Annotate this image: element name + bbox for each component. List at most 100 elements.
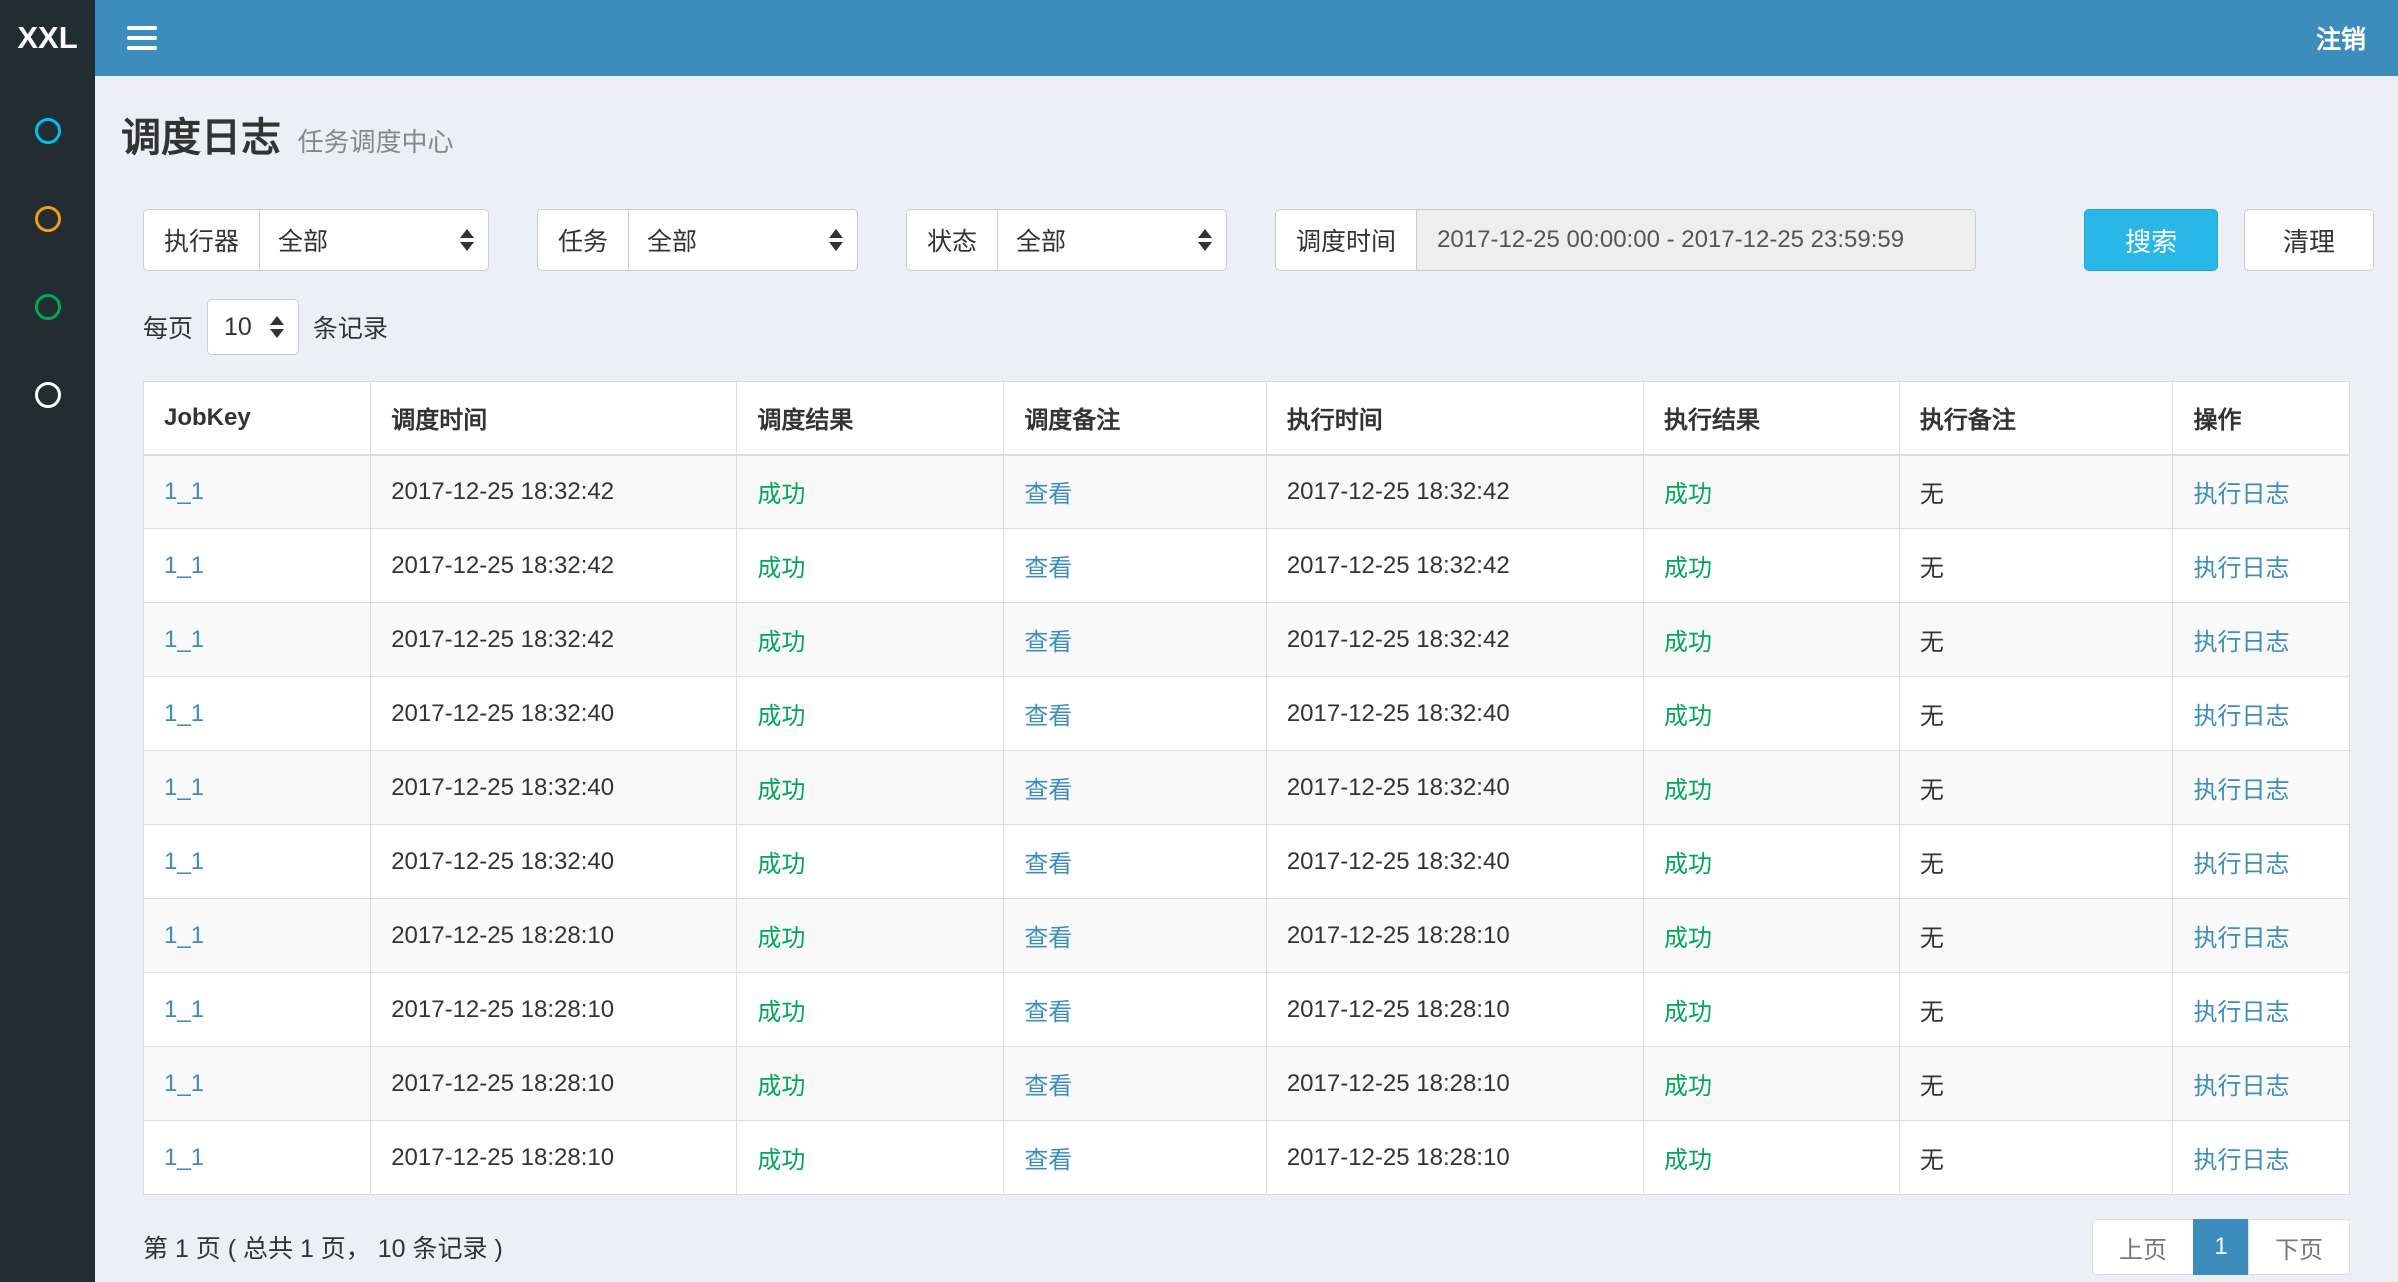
execution-log-link[interactable]: 执行日志 <box>2193 629 2289 656</box>
circle-icon <box>35 382 61 408</box>
main-content: 调度日志 任务调度中心 执行器 全部 任务 全部 状态 全部 调度 <box>95 0 2398 1275</box>
table-footer: 第 1 页 ( 总共 1 页， 10 条记录 ) 上页 1 下页 <box>143 1219 2350 1275</box>
handle-time-cell: 2017-12-25 18:28:10 <box>1287 996 1510 1023</box>
job-key-link[interactable]: 1_1 <box>164 552 204 579</box>
job-key-link[interactable]: 1_1 <box>164 1070 204 1097</box>
column-header: 执行结果 <box>1644 382 1900 455</box>
trigger-time-cell: 2017-12-25 18:28:10 <box>391 1144 614 1171</box>
trigger-remark-link[interactable]: 查看 <box>1024 629 1072 656</box>
handle-remark-cell: 无 <box>1920 481 1944 508</box>
trigger-remark-link[interactable]: 查看 <box>1024 481 1072 508</box>
handle-remark-cell: 无 <box>1920 703 1944 730</box>
executor-filter-group: 执行器 全部 <box>143 209 489 271</box>
trigger-time-label: 调度时间 <box>1275 209 1416 271</box>
sidebar-item[interactable] <box>0 175 95 263</box>
trigger-time-range-input[interactable] <box>1416 209 1976 271</box>
job-key-link[interactable]: 1_1 <box>164 478 204 505</box>
table-row: 1_12017-12-25 18:32:40成功查看2017-12-25 18:… <box>144 751 2350 825</box>
page-size-value: 10 <box>224 313 252 342</box>
handle-time-cell: 2017-12-25 18:28:10 <box>1287 1144 1510 1171</box>
job-key-link[interactable]: 1_1 <box>164 774 204 801</box>
table-row: 1_1 2017-12-25 18:28:10 成功 查看 2017-12-25 18:… <box>144 1121 2350 1195</box>
job-label: 任务 <box>537 209 628 271</box>
trigger-time-cell: 2017-12-25 18:28:10 <box>391 922 614 949</box>
execution-log-link[interactable]: 执行日志 <box>2193 925 2289 952</box>
trigger-result-cell: 成功 <box>757 481 805 508</box>
select-arrows-icon <box>460 229 474 251</box>
logout-link[interactable]: 注销 <box>2316 20 2366 56</box>
table-row: 1_12017-12-25 18:32:40成功查看2017-12-25 18:… <box>144 825 2350 899</box>
search-button[interactable]: 搜索 <box>2084 209 2218 271</box>
trigger-remark-link[interactable]: 查看 <box>1024 777 1072 804</box>
execution-log-link[interactable]: 执行日志 <box>2193 1073 2289 1100</box>
sidebar-item[interactable] <box>0 263 95 351</box>
handle-time-cell: 2017-12-25 18:28:10 <box>1287 922 1510 949</box>
handle-remark-cell: 无 <box>1920 1147 1944 1174</box>
page-subtitle: 任务调度中心 <box>297 127 453 157</box>
trigger-time-cell: 2017-12-25 18:32:40 <box>391 700 614 727</box>
column-header: 执行时间 <box>1266 382 1643 455</box>
filter-bar: 执行器 全部 任务 全部 状态 全部 调度时间 搜索 清理 <box>143 209 2350 271</box>
next-page-button[interactable]: 下页 <box>2248 1219 2350 1275</box>
trigger-remark-link[interactable]: 查看 <box>1024 851 1072 878</box>
dispatch-log-table: JobKey调度时间调度结果调度备注执行时间执行结果执行备注操作 1_12017… <box>143 381 2350 1195</box>
execution-log-link[interactable]: 执行日志 <box>2193 777 2289 804</box>
clear-button[interactable]: 清理 <box>2244 209 2374 271</box>
job-key-link[interactable]: 1_1 <box>164 996 204 1023</box>
navbar-main: 注销 <box>95 0 2398 76</box>
app-logo[interactable]: XXL <box>0 0 95 76</box>
table-row: 1_12017-12-25 18:28:10成功查看2017-12-25 18:… <box>144 973 2350 1047</box>
executor-selected-value: 全部 <box>278 222 328 258</box>
current-page-button[interactable]: 1 <box>2193 1219 2249 1275</box>
execution-log-link[interactable]: 执行日志 <box>2193 703 2289 730</box>
trigger-time-cell: 2017-12-25 18:28:10 <box>391 996 614 1023</box>
execution-log-link[interactable]: 执行日志 <box>2193 555 2289 582</box>
pagination-summary: 第 1 页 ( 总共 1 页， 10 条记录 ) <box>143 1229 503 1265</box>
status-select[interactable]: 全部 <box>997 209 1227 271</box>
handle-remark-cell: 无 <box>1920 777 1944 804</box>
execution-log-link[interactable]: 执行日志 <box>2193 1147 2289 1174</box>
hamburger-icon[interactable] <box>123 20 161 56</box>
trigger-time-cell: 2017-12-25 18:32:42 <box>391 552 614 579</box>
handle-result-cell: 成功 <box>1664 555 1712 582</box>
trigger-time-cell: 2017-12-25 18:32:40 <box>391 848 614 875</box>
job-select[interactable]: 全部 <box>628 209 858 271</box>
job-key-link[interactable]: 1_1 <box>164 626 204 653</box>
job-key-link[interactable]: 1_1 <box>164 922 204 949</box>
executor-label: 执行器 <box>143 209 259 271</box>
handle-result-cell: 成功 <box>1664 481 1712 508</box>
handle-time-cell: 2017-12-25 18:32:42 <box>1287 478 1510 505</box>
executor-select[interactable]: 全部 <box>259 209 489 271</box>
job-key-link[interactable]: 1_1 <box>164 700 204 727</box>
trigger-result-cell: 成功 <box>757 777 805 804</box>
handle-result-cell: 成功 <box>1664 629 1712 656</box>
trigger-remark-link[interactable]: 查看 <box>1024 925 1072 952</box>
page-size-prefix: 每页 <box>143 309 193 345</box>
sidebar-item[interactable] <box>0 351 95 439</box>
execution-log-link[interactable]: 执行日志 <box>2193 999 2289 1026</box>
trigger-remark-link[interactable]: 查看 <box>1024 1073 1072 1100</box>
job-key-link[interactable]: 1_1 <box>164 848 204 875</box>
trigger-result-cell: 成功 <box>757 1073 805 1100</box>
status-selected-value: 全部 <box>1016 222 1066 258</box>
trigger-remark-link[interactable]: 查看 <box>1024 555 1072 582</box>
job-selected-value: 全部 <box>647 222 697 258</box>
execution-log-link[interactable]: 执行日志 <box>2193 481 2289 508</box>
trigger-remark-link[interactable]: 查看 <box>1024 1147 1072 1174</box>
handle-result-cell: 成功 <box>1664 1147 1712 1174</box>
trigger-result-cell: 成功 <box>757 925 805 952</box>
trigger-remark-link[interactable]: 查看 <box>1024 703 1072 730</box>
table-row: 1_12017-12-25 18:32:42成功查看2017-12-25 18:… <box>144 455 2350 529</box>
handle-remark-cell: 无 <box>1920 629 1944 656</box>
job-key-link[interactable]: 1_1 <box>164 1144 204 1171</box>
handle-time-cell: 2017-12-25 18:32:40 <box>1287 848 1510 875</box>
page-size-select[interactable]: 10 <box>207 299 299 355</box>
table-row: 1_1 2017-12-25 18:28:10 成功 查看 2017-12-25 18:… <box>144 899 2350 973</box>
handle-remark-cell: 无 <box>1920 1073 1944 1100</box>
sidebar-menu <box>0 76 95 439</box>
prev-page-button[interactable]: 上页 <box>2092 1219 2194 1275</box>
trigger-remark-link[interactable]: 查看 <box>1024 999 1072 1026</box>
sidebar-item[interactable] <box>0 87 95 175</box>
handle-remark-cell: 无 <box>1920 851 1944 878</box>
execution-log-link[interactable]: 执行日志 <box>2193 851 2289 878</box>
